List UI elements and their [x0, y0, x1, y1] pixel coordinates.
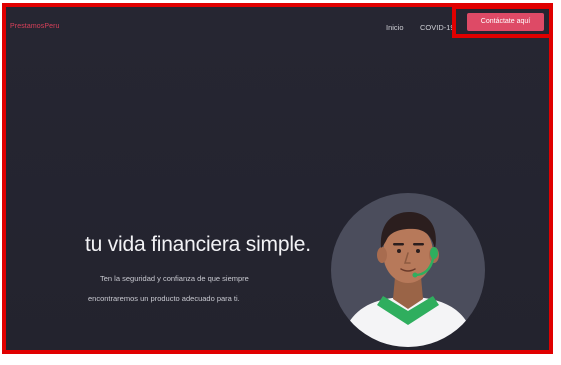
contact-button[interactable]: Contáctate aquí	[467, 13, 544, 31]
support-agent-icon	[331, 193, 485, 347]
nav-link-inicio[interactable]: Inicio	[386, 23, 404, 32]
screenshot-highlight-frame: PrestamosPeru Inicio COVID-19 tu vida fi…	[2, 3, 553, 354]
brand-logo[interactable]: PrestamosPeru	[10, 23, 60, 30]
hero-title: tu vida financiera simple.	[85, 233, 311, 256]
support-agent-avatar	[331, 193, 485, 347]
hero-subtitle-line-2: encontraremos un producto adecuado para …	[88, 294, 240, 303]
hero-subtitle-line-1: Ten la seguridad y confianza de que siem…	[100, 274, 249, 283]
landing-page: PrestamosPeru Inicio COVID-19 tu vida fi…	[6, 7, 549, 350]
